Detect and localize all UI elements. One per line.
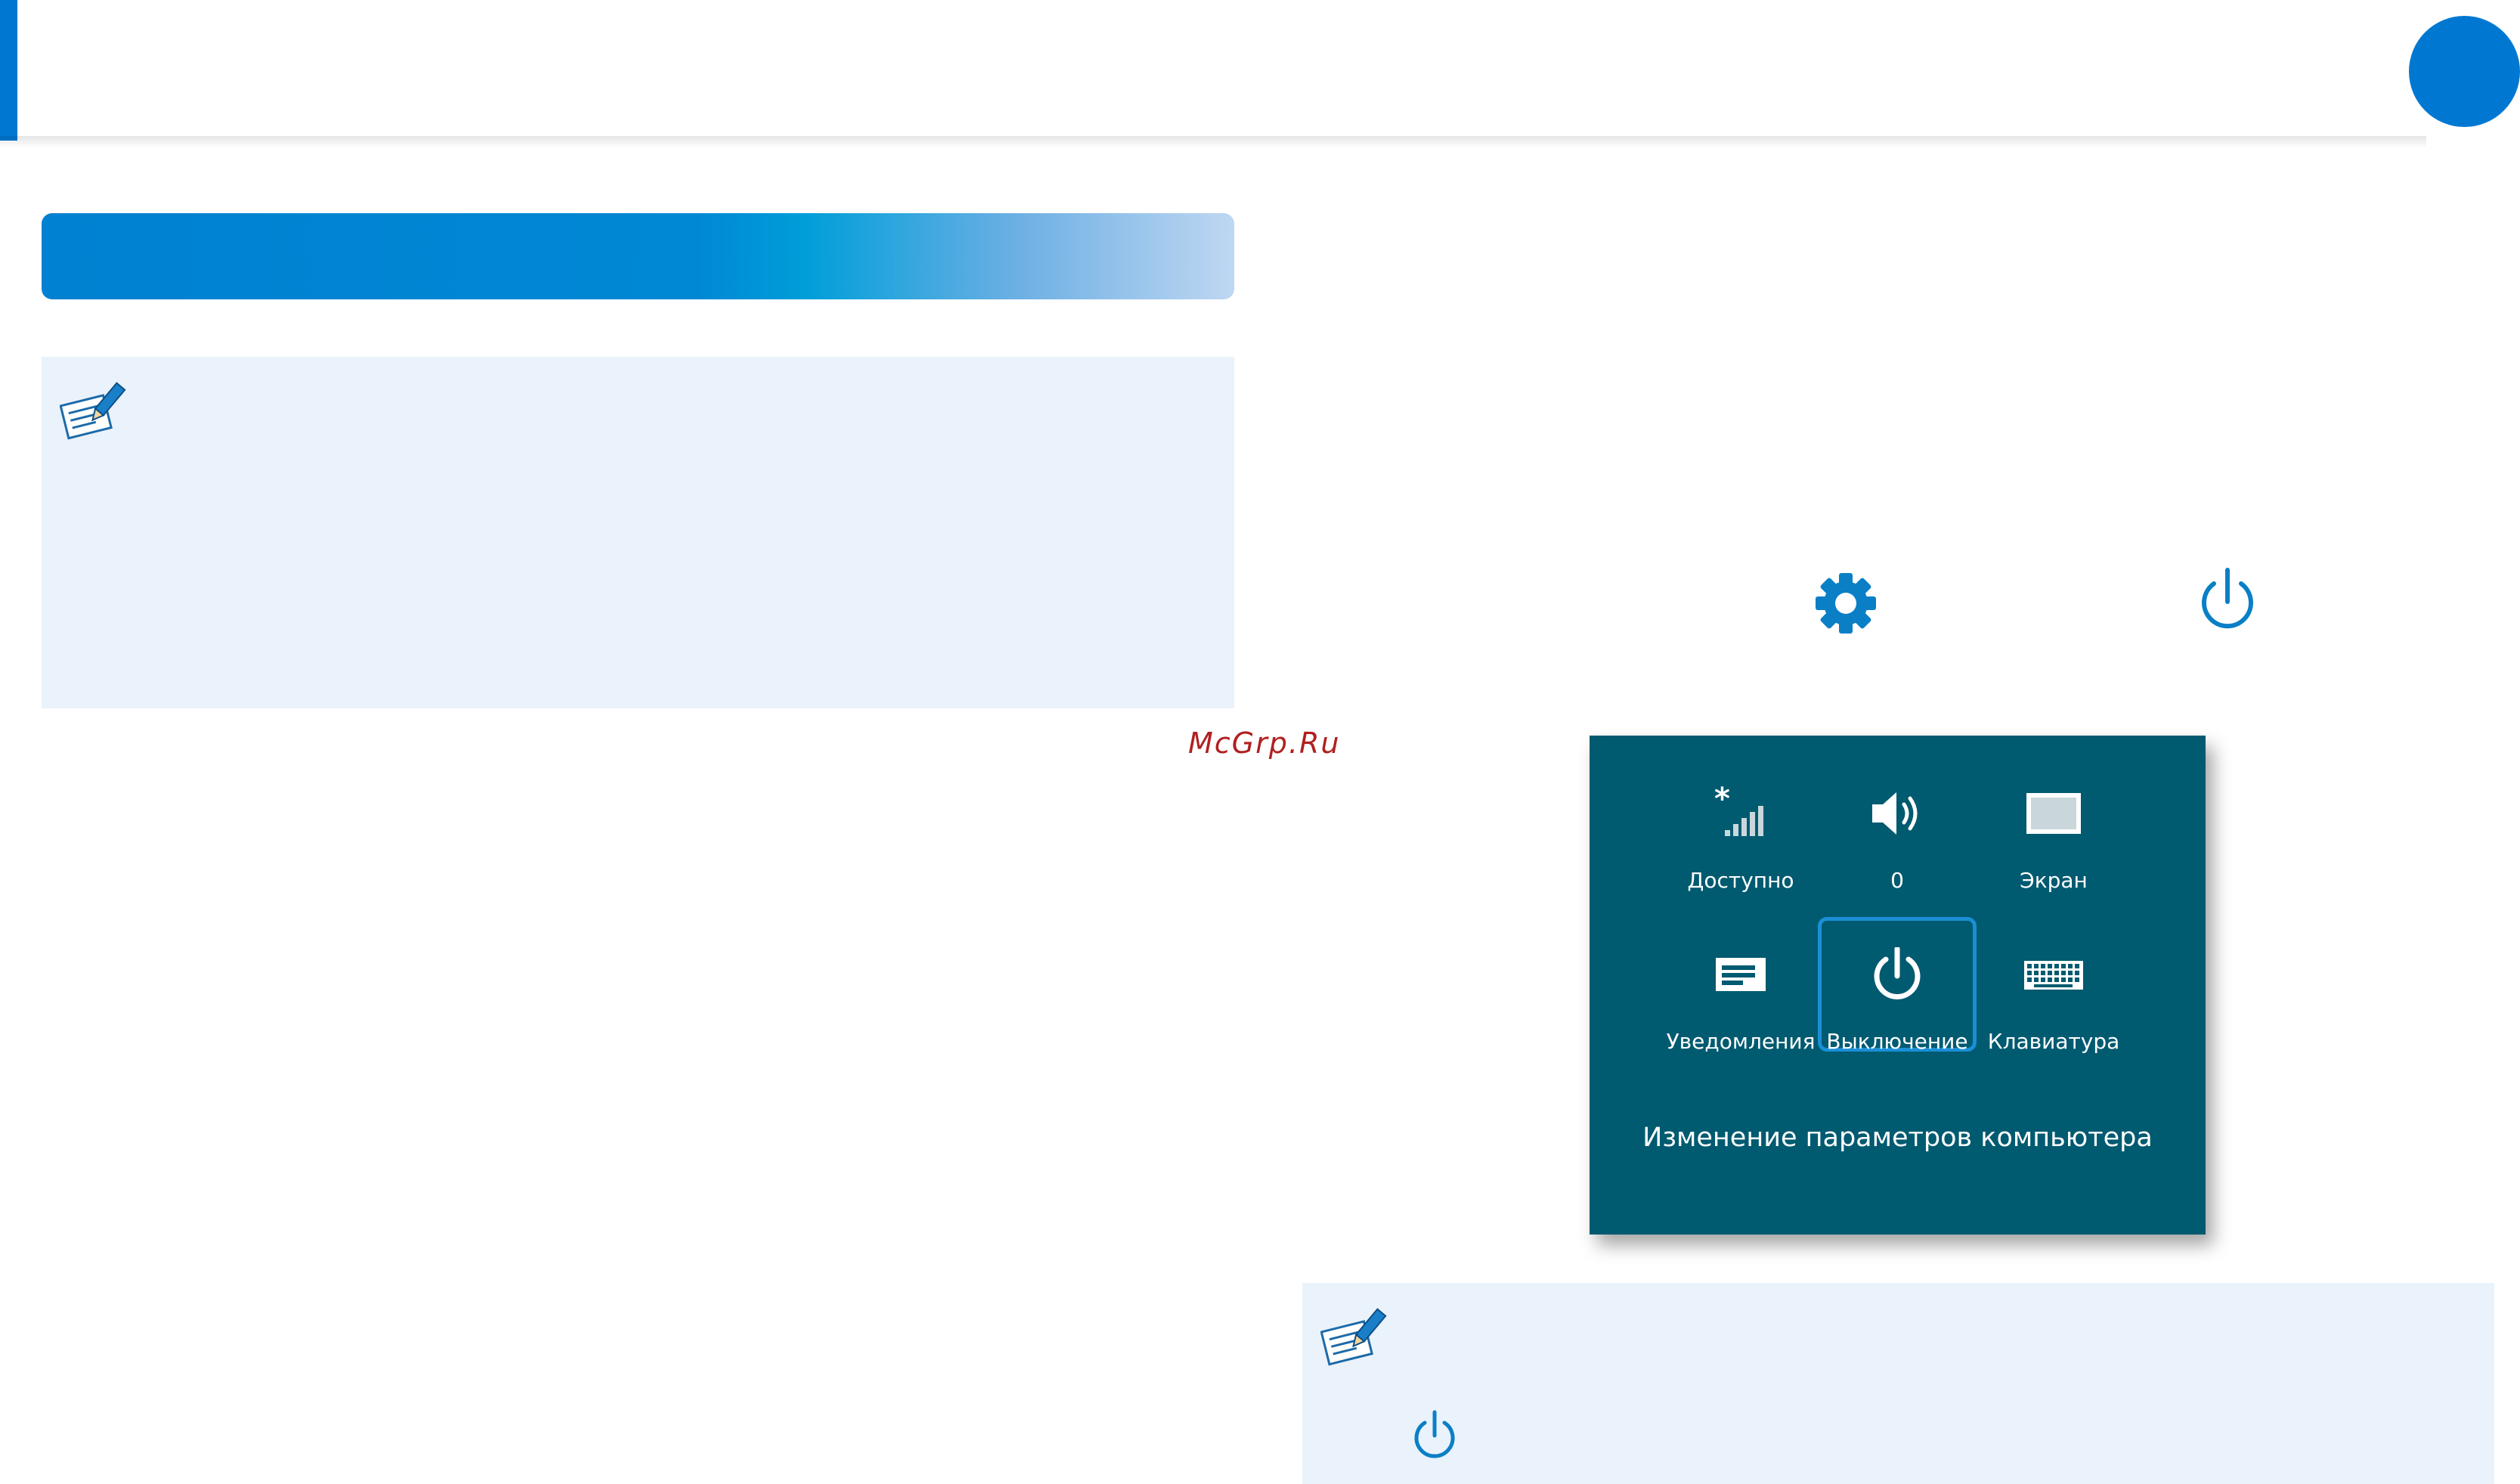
note-panel (1302, 1283, 2494, 1484)
header-divider (0, 136, 2426, 148)
note-panel (42, 357, 1234, 708)
gear-icon (1813, 570, 1879, 637)
wifi-available-icon: * (1661, 786, 1820, 839)
power-icon (1822, 947, 1973, 1000)
power-icon (1410, 1408, 1460, 1458)
keyboard-icon (1974, 947, 2133, 1000)
settings-tile-power[interactable]: Выключение (1818, 917, 1977, 1054)
note-pencil-icon (60, 380, 128, 445)
tile-label: Экран (2020, 868, 2088, 893)
section-banner (42, 213, 1234, 299)
change-pc-settings-link[interactable]: Изменение параметров компьютера (1590, 1123, 2206, 1153)
settings-tile-screen[interactable]: Экран (1974, 756, 2133, 893)
svg-text:*: * (1714, 786, 1730, 816)
chapter-badge (2409, 16, 2520, 127)
power-icon (2195, 565, 2260, 634)
note-pencil-icon (1320, 1306, 1388, 1371)
screen-icon (1974, 786, 2133, 839)
settings-tile-keyboard[interactable]: Клавиатура (1974, 917, 2133, 1054)
speaker-icon (1818, 786, 1977, 839)
tile-label: Клавиатура (1987, 1029, 2120, 1054)
notifications-icon (1661, 947, 1820, 1000)
settings-tile-network[interactable]: * Доступно (1661, 756, 1820, 893)
header-accent-bar (0, 0, 17, 141)
settings-tile-volume[interactable]: 0 (1818, 756, 1977, 893)
watermark: McGrp.Ru (1188, 727, 1341, 760)
settings-tile-notifications[interactable]: Уведомления (1661, 917, 1820, 1054)
